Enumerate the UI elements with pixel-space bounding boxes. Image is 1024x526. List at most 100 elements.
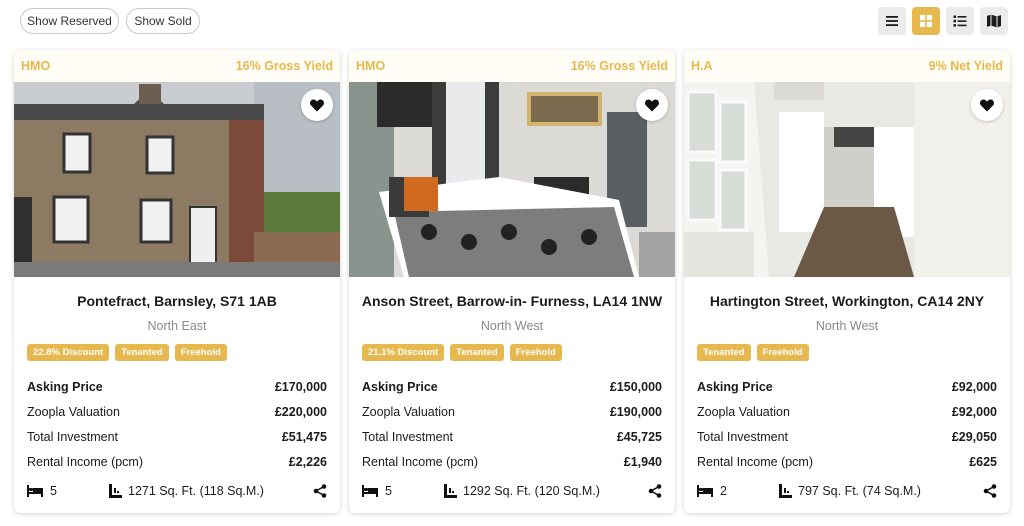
row-label: Zoopla Valuation — [697, 404, 790, 419]
asking-price-row: Asking Price £170,000 — [27, 374, 327, 399]
favourite-button[interactable] — [636, 89, 668, 121]
price-table: Asking Price £150,000 Zoopla Valuation £… — [349, 374, 675, 474]
hamburger-list-icon — [886, 16, 898, 26]
property-photo[interactable] — [14, 82, 340, 277]
bullet-list-icon — [953, 15, 967, 27]
row-label: Rental Income (pcm) — [27, 454, 144, 469]
property-photo-image — [684, 82, 1010, 277]
discount-tag: 21.1% Discount — [362, 344, 445, 361]
row-value: £220,000 — [274, 404, 327, 419]
card-header: HMO 16% Gross Yield — [349, 50, 675, 82]
row-label: Rental Income (pcm) — [697, 454, 814, 469]
discount-tag: 22.8% Discount — [27, 344, 110, 361]
tenanted-tag: Tenanted — [697, 344, 751, 361]
row-value: £92,000 — [951, 379, 997, 394]
bed-icon — [697, 485, 713, 497]
area-text: 797 Sq. Ft. (74 Sq.M.) — [798, 484, 921, 498]
row-label: Zoopla Valuation — [362, 404, 455, 419]
map-view-button[interactable] — [980, 7, 1008, 35]
show-sold-button[interactable]: Show Sold — [126, 8, 200, 34]
heart-icon — [980, 99, 994, 112]
bed-count: 2 — [720, 484, 727, 498]
row-value: £92,000 — [951, 404, 997, 419]
grid-icon — [920, 15, 932, 27]
listing-address[interactable]: Anson Street, Barrow-in- Furness, LA14 1… — [349, 293, 675, 311]
total-investment-row: Total Investment £29,050 — [697, 424, 997, 449]
heart-icon — [310, 99, 324, 112]
yield-label: 16% Gross Yield — [235, 59, 333, 73]
listing-card[interactable]: HMO 16% Gross Yield Pontefract, Barnsley… — [14, 50, 340, 513]
tenanted-tag: Tenanted — [115, 344, 169, 361]
row-value: £170,000 — [274, 379, 327, 394]
favourite-button[interactable] — [301, 89, 333, 121]
card-header: HMO 16% Gross Yield — [14, 50, 340, 82]
total-investment-row: Total Investment £51,475 — [27, 424, 327, 449]
floor-area-icon — [444, 484, 457, 498]
row-label: Total Investment — [697, 429, 789, 444]
total-investment-row: Total Investment £45,725 — [362, 424, 662, 449]
favourite-button[interactable] — [971, 89, 1003, 121]
listing-card[interactable]: HMO 16% Gross Yield Anson Street, Barrow… — [349, 50, 675, 513]
row-value: £190,000 — [609, 404, 662, 419]
tag-list: 21.1% Discount Tenanted Freehold — [349, 344, 675, 361]
list-view-button[interactable] — [878, 7, 906, 35]
tag-list: Tenanted Freehold — [684, 344, 1010, 361]
property-photo-image — [349, 82, 675, 277]
bed-icon — [27, 485, 43, 497]
row-label: Total Investment — [27, 429, 119, 444]
yield-label: 16% Gross Yield — [570, 59, 668, 73]
area-text: 1271 Sq. Ft. (118 Sq.M.) — [128, 484, 264, 498]
asking-price-row: Asking Price £150,000 — [362, 374, 662, 399]
floor-area-icon — [109, 484, 122, 498]
listing-region: North West — [815, 319, 879, 333]
listing-address[interactable]: Pontefract, Barnsley, S71 1AB — [14, 293, 340, 311]
row-label: Rental Income (pcm) — [362, 454, 479, 469]
grid-view-button[interactable] — [912, 7, 940, 35]
detail-list-view-button[interactable] — [946, 7, 974, 35]
show-reserved-button[interactable]: Show Reserved — [20, 8, 119, 34]
bed-icon — [362, 485, 378, 497]
filter-toolbar: Show Reserved Show Sold — [0, 0, 1024, 44]
valuation-row: Zoopla Valuation £220,000 — [27, 399, 327, 424]
freehold-tag: Freehold — [756, 344, 809, 361]
property-photo-image — [14, 82, 340, 277]
listing-address[interactable]: Hartington Street, Workington, CA14 2NY — [684, 293, 1010, 311]
yield-label: 9% Net Yield — [928, 59, 1003, 73]
area-text: 1292 Sq. Ft. (120 Sq.M.) — [463, 484, 600, 498]
row-value: £150,000 — [609, 379, 662, 394]
floor-area: 797 Sq. Ft. (74 Sq.M.) — [779, 484, 983, 498]
map-icon — [987, 14, 1001, 28]
asking-price-row: Asking Price £92,000 — [697, 374, 997, 399]
floor-area: 1271 Sq. Ft. (118 Sq.M.) — [109, 484, 313, 498]
floor-area-icon — [779, 484, 792, 498]
freehold-tag: Freehold — [174, 344, 227, 361]
share-icon[interactable] — [313, 484, 327, 498]
row-value: £29,050 — [951, 429, 997, 444]
listing-region: North West — [480, 319, 544, 333]
bedrooms: 5 — [362, 484, 444, 498]
bedrooms: 2 — [697, 484, 779, 498]
tenanted-tag: Tenanted — [450, 344, 504, 361]
property-photo[interactable] — [349, 82, 675, 277]
valuation-row: Zoopla Valuation £190,000 — [362, 399, 662, 424]
price-table: Asking Price £170,000 Zoopla Valuation £… — [14, 374, 340, 474]
listing-card[interactable]: H.A 9% Net Yield Hartington Street, Work… — [684, 50, 1010, 513]
property-photo[interactable] — [684, 82, 1010, 277]
category-label: HMO — [21, 59, 51, 73]
row-value: £51,475 — [281, 429, 327, 444]
freehold-tag: Freehold — [509, 344, 562, 361]
row-label: Asking Price — [697, 379, 773, 394]
share-icon[interactable] — [648, 484, 662, 498]
valuation-row: Zoopla Valuation £92,000 — [697, 399, 997, 424]
share-icon[interactable] — [983, 484, 997, 498]
row-value: £1,940 — [623, 454, 662, 469]
row-label: Asking Price — [362, 379, 438, 394]
heart-icon — [645, 99, 659, 112]
tag-list: 22.8% Discount Tenanted Freehold — [14, 344, 340, 361]
card-footer: 2 797 Sq. Ft. (74 Sq.M.) — [684, 469, 1010, 513]
card-footer: 5 1271 Sq. Ft. (118 Sq.M.) — [14, 469, 340, 513]
row-value: £2,226 — [288, 454, 327, 469]
listing-region: North East — [147, 319, 207, 333]
card-footer: 5 1292 Sq. Ft. (120 Sq.M.) — [349, 469, 675, 513]
row-label: Asking Price — [27, 379, 103, 394]
